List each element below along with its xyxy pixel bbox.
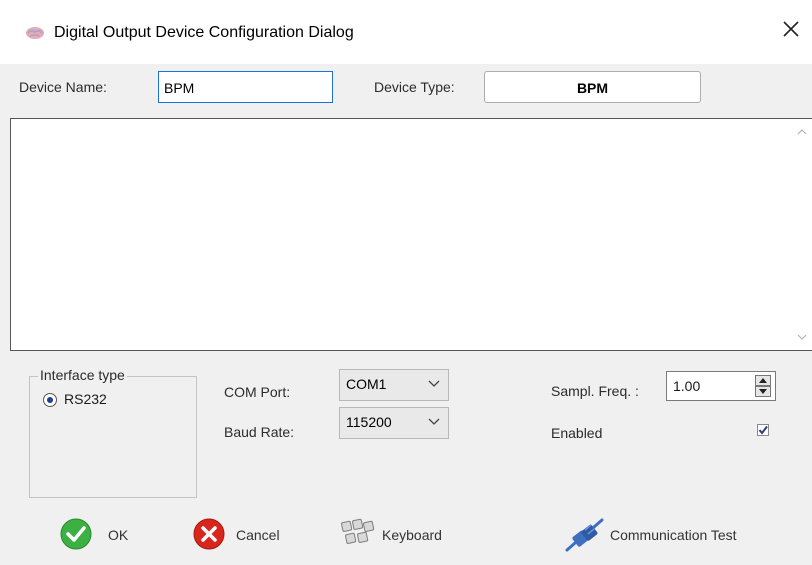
enabled-checkbox[interactable] xyxy=(757,424,769,436)
cancel-button[interactable]: Cancel xyxy=(193,513,293,553)
keyboard-button-label: Keyboard xyxy=(382,527,442,543)
spinner-arrows-icon[interactable] xyxy=(755,375,771,397)
cancel-button-label: Cancel xyxy=(236,527,280,543)
keyboard-button[interactable]: Keyboard xyxy=(340,513,460,553)
ok-checkmark-icon xyxy=(60,518,92,550)
chevron-down-icon xyxy=(428,380,440,387)
brain-icon xyxy=(26,27,44,39)
com-port-value: COM1 xyxy=(346,376,387,392)
close-icon[interactable] xyxy=(780,18,802,40)
com-port-label: COM Port: xyxy=(224,384,291,400)
baud-rate-value: 115200 xyxy=(346,414,392,430)
scroll-down-icon[interactable] xyxy=(797,332,807,342)
communication-test-button[interactable]: Communication Test xyxy=(565,513,775,553)
scroll-up-icon[interactable] xyxy=(797,127,807,137)
title-bar: Digital Output Device Configuration Dial… xyxy=(0,0,812,64)
communication-test-button-label: Communication Test xyxy=(610,527,737,543)
baud-rate-label: Baud Rate: xyxy=(224,424,295,440)
device-type-field: BPM xyxy=(484,71,701,103)
rs232-radio[interactable] xyxy=(43,393,57,407)
cancel-x-icon xyxy=(193,518,225,550)
rs232-radio-label[interactable]: RS232 xyxy=(64,391,107,407)
interface-type-group: Interface type RS232 xyxy=(29,367,197,498)
ok-button-label: OK xyxy=(108,527,129,543)
plug-connector-icon xyxy=(565,518,604,552)
device-description-area[interactable] xyxy=(10,118,812,351)
keyboard-icon xyxy=(341,518,375,544)
device-name-input[interactable]: BPM xyxy=(158,71,333,103)
sampl-freq-value: 1.00 xyxy=(673,378,701,394)
sampl-freq-label: Sampl. Freq. : xyxy=(551,383,639,399)
device-type-label: Device Type: xyxy=(374,79,455,95)
sampl-freq-spinner[interactable]: 1.00 xyxy=(666,371,776,401)
chevron-down-icon xyxy=(428,418,440,425)
enabled-label: Enabled xyxy=(551,425,603,441)
ok-button[interactable]: OK xyxy=(60,513,140,553)
device-name-label: Device Name: xyxy=(19,79,107,95)
com-port-select[interactable]: COM1 xyxy=(339,369,449,401)
interface-type-legend: Interface type xyxy=(38,367,127,383)
checkmark-icon xyxy=(758,425,768,435)
baud-rate-select[interactable]: 115200 xyxy=(339,407,449,439)
window-title: Digital Output Device Configuration Dial… xyxy=(54,24,354,41)
